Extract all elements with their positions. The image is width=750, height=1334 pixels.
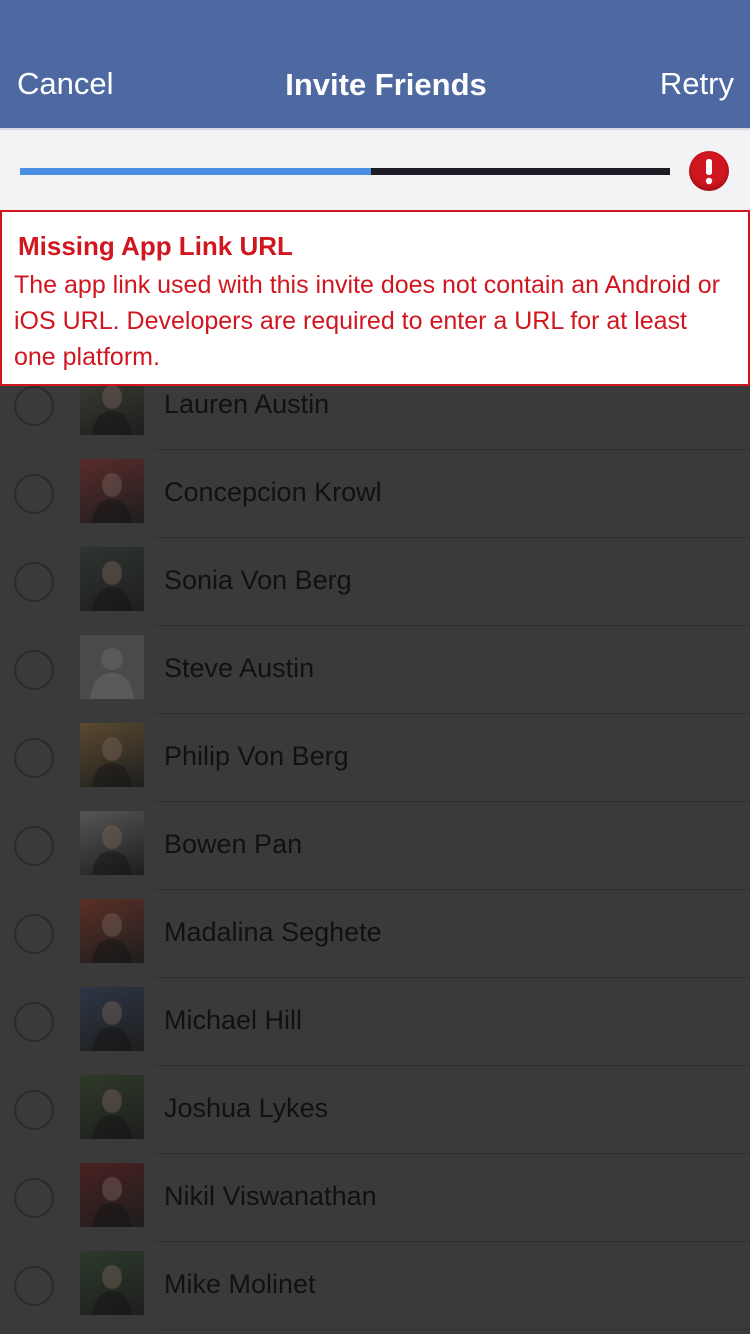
select-radio[interactable]	[14, 474, 54, 514]
navigation-bar: Cancel Invite Friends Retry	[0, 0, 750, 128]
cancel-button[interactable]: Cancel	[17, 64, 114, 104]
select-radio[interactable]	[14, 1090, 54, 1130]
error-banner: Missing App Link URL The app link used w…	[0, 210, 750, 386]
avatar	[80, 1163, 144, 1227]
avatar	[80, 1075, 144, 1139]
page-title: Invite Friends	[285, 67, 487, 102]
avatar	[80, 1251, 144, 1315]
friend-row[interactable]: Steve Austin	[0, 626, 750, 714]
friend-name: Steve Austin	[164, 653, 315, 683]
friend-name: Bowen Pan	[164, 829, 303, 859]
progress-fill	[20, 168, 371, 175]
avatar	[80, 899, 144, 963]
avatar	[80, 723, 144, 787]
retry-button[interactable]: Retry	[660, 64, 734, 104]
friend-name: Madalina Seghete	[164, 917, 382, 947]
friend-row[interactable]: Nikil Viswanathan	[0, 1154, 750, 1242]
friend-row[interactable]: Madalina Seghete	[0, 890, 750, 978]
friend-name: Mike Molinet	[164, 1269, 316, 1299]
friend-list: Lauren Austin Concepcion Krowl Sonia Von B…	[0, 362, 750, 1330]
select-radio[interactable]	[14, 826, 54, 866]
friend-name: Lauren Austin	[164, 389, 330, 419]
avatar	[80, 459, 144, 523]
friend-name: Concepcion Krowl	[164, 477, 382, 507]
select-radio[interactable]	[14, 1002, 54, 1042]
progress-bar	[20, 168, 670, 175]
friend-name: Sonia Von Berg	[164, 565, 352, 595]
avatar	[80, 987, 144, 1051]
friend-row[interactable]: Philip Von Berg	[0, 714, 750, 802]
friend-name: Joshua Lykes	[164, 1093, 329, 1123]
friend-row[interactable]: Joshua Lykes	[0, 1066, 750, 1154]
friend-row[interactable]: Sonia Von Berg	[0, 538, 750, 626]
error-exclamation-icon[interactable]	[689, 151, 729, 191]
select-radio[interactable]	[14, 1178, 54, 1218]
friend-row[interactable]: Mike Molinet	[0, 1242, 750, 1330]
friend-row[interactable]: Concepcion Krowl	[0, 450, 750, 538]
avatar	[80, 547, 144, 611]
friend-name: Michael Hill	[164, 1005, 303, 1035]
select-radio[interactable]	[14, 386, 54, 426]
row-divider	[156, 1329, 750, 1330]
select-radio[interactable]	[14, 1266, 54, 1306]
friend-row[interactable]: Bowen Pan	[0, 802, 750, 890]
friend-name: Nikil Viswanathan	[164, 1181, 377, 1211]
select-radio[interactable]	[14, 650, 54, 690]
progress-area	[0, 128, 750, 210]
select-radio[interactable]	[14, 562, 54, 602]
avatar	[80, 635, 144, 699]
error-message: The app link used with this invite does …	[14, 271, 720, 371]
select-radio[interactable]	[14, 914, 54, 954]
friend-row[interactable]: Michael Hill	[0, 978, 750, 1066]
avatar	[80, 811, 144, 875]
error-title: Missing App Link URL	[18, 231, 293, 261]
select-radio[interactable]	[14, 738, 54, 778]
friend-name: Philip Von Berg	[164, 741, 349, 771]
